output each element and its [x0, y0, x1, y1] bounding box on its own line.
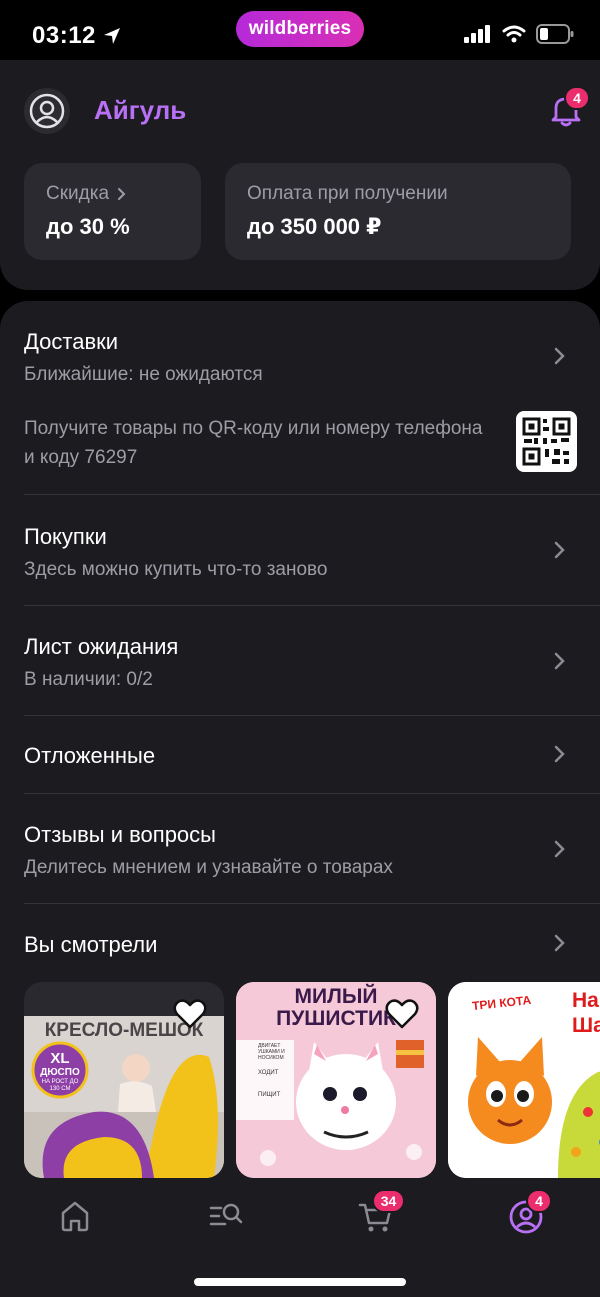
product-badge-model: ДЮСПО — [40, 1067, 80, 1078]
cellular-signal-icon — [464, 25, 490, 43]
location-arrow-icon — [103, 28, 120, 44]
discount-card[interactable]: Скидка до 30 % — [24, 163, 201, 260]
deliveries-title: Доставки — [24, 329, 119, 354]
battery-icon — [536, 24, 574, 44]
saved-title: Отложенные — [24, 743, 156, 768]
catalog-search-icon[interactable] — [205, 1196, 245, 1236]
reviews-subtitle: Делитесь мнением и узнавайте о товарах — [24, 857, 393, 878]
user-name[interactable]: Айгуль — [94, 95, 186, 126]
purchases-title: Покупки — [24, 524, 107, 549]
menu-item-waitlist[interactable]: Лист ожидания В наличии: 0/2 — [0, 606, 600, 716]
qr-hint: Получите товары по QR-коду или номеру те… — [24, 418, 483, 468]
product-title-line-2: Ша — [572, 1014, 600, 1037]
home-indicator[interactable] — [194, 1278, 406, 1286]
product-title-line-1: На — [572, 989, 599, 1012]
qr-code-icon — [522, 417, 571, 466]
chevron-right-icon — [554, 840, 565, 858]
status-time-text: 03:12 — [32, 22, 96, 49]
product-title: На Ша — [572, 988, 600, 1038]
menu-item-saved[interactable]: Отложенные — [0, 716, 600, 794]
discount-label-row: Скидка — [46, 183, 179, 205]
product-card[interactable]: КРЕСЛО-МЕШОК XL ДЮСПО НА РОСТ ДО 130 СМ — [24, 982, 224, 1178]
heart-icon[interactable] — [173, 998, 207, 1030]
status-time: 03:12 — [32, 22, 122, 50]
product-feature-1: ДВИГАЕТ УШКАМИ И НОСИКОМ — [258, 1043, 285, 1061]
notification-badge: 4 — [564, 86, 590, 110]
menu-item-reviews[interactable]: Отзывы и вопросы Делитесь мнением и узна… — [0, 794, 600, 904]
chevron-right-icon — [554, 347, 565, 365]
chevron-right-icon — [554, 934, 565, 952]
chevron-right-icon — [554, 541, 565, 559]
avatar[interactable] — [24, 88, 70, 134]
product-feature-3: ПИЩИТ — [258, 1092, 281, 1098]
home-icon[interactable] — [55, 1196, 95, 1236]
cart-badge: 34 — [372, 1189, 405, 1213]
waitlist-subtitle: В наличии: 0/2 — [24, 669, 153, 690]
payment-card[interactable]: Оплата при получении до 350 000 ₽ — [225, 163, 571, 260]
status-icons — [464, 24, 574, 44]
product-badge-size: XL — [50, 1050, 70, 1067]
viewed-title: Вы смотрели — [24, 932, 158, 957]
payment-value: до 350 000 ₽ — [247, 214, 382, 239]
payment-label: Оплата при получении — [247, 183, 448, 204]
chevron-right-icon — [554, 745, 565, 763]
wifi-icon — [502, 25, 526, 43]
chevron-right-icon — [118, 188, 126, 200]
chevron-right-icon — [554, 652, 565, 670]
user-avatar-icon — [29, 93, 65, 129]
product-card[interactable]: ТРИ КОТА На Ша — [448, 982, 600, 1178]
brand-logo-text: wildberries — [248, 18, 352, 39]
purchases-subtitle: Здесь можно купить что-то заново — [24, 559, 328, 580]
waitlist-title: Лист ожидания — [24, 634, 179, 659]
product-feature-2: ХОДИТ — [258, 1070, 279, 1076]
brand-logo: wildberries — [236, 11, 364, 47]
product-card[interactable]: МИЛЫЙ ПУШИСТИК ДВИГАЕТ УШКАМИ И НОСИКОМ … — [236, 982, 436, 1178]
viewed-products-carousel[interactable]: КРЕСЛО-МЕШОК XL ДЮСПО НА РОСТ ДО 130 СМ — [24, 982, 600, 1178]
reviews-title: Отзывы и вопросы — [24, 822, 216, 847]
product-badge-note: НА РОСТ ДО 130 СМ — [41, 1079, 79, 1092]
heart-icon[interactable] — [385, 998, 419, 1030]
menu-item-viewed[interactable]: Вы смотрели — [0, 904, 600, 980]
deliveries-subtitle: Ближайшие: не ожидаются — [24, 364, 263, 385]
discount-value: до 30 % — [46, 214, 130, 239]
qr-code-button[interactable] — [516, 411, 577, 472]
discount-label: Скидка — [46, 183, 110, 204]
profile-badge: 4 — [526, 1189, 552, 1213]
menu-item-purchases[interactable]: Покупки Здесь можно купить что-то заново — [0, 495, 600, 605]
